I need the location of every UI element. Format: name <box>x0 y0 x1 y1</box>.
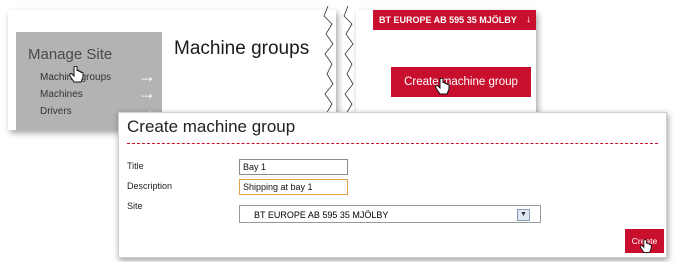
site-header-panel: BT EUROPE AB 595 35 MJÖLBY ↓ Create mach… <box>356 10 536 120</box>
description-field[interactable]: Shipping at bay 1 <box>239 179 348 195</box>
title-label: Title <box>127 161 144 171</box>
hand-cursor-icon <box>69 66 84 83</box>
sidebar-title: Manage Site <box>28 46 113 63</box>
site-badge-label: BT EUROPE AB 595 35 MJÖLBY <box>379 15 517 25</box>
description-label: Description <box>127 181 173 191</box>
chevron-down-icon: ↓ <box>526 14 531 25</box>
hand-cursor-icon <box>435 78 450 95</box>
page-title: Machine groups <box>174 38 310 59</box>
create-machine-group-dialog: Create machine group Title Bay 1 Descrip… <box>118 112 667 258</box>
sidebar-item-label: Drivers <box>40 106 72 117</box>
title-field[interactable]: Bay 1 <box>239 159 348 175</box>
sidebar-item-machines[interactable]: Machines → <box>40 84 156 102</box>
dialog-divider <box>127 143 658 144</box>
site-label: Site <box>127 201 143 211</box>
sidebar-item-label: Machines <box>40 89 83 100</box>
site-select-value: BT EUROPE AB 595 35 MJÖLBY <box>254 210 389 220</box>
site-badge[interactable]: BT EUROPE AB 595 35 MJÖLBY ↓ <box>373 10 536 30</box>
dropdown-arrow-icon[interactable]: ▼ <box>517 209 530 221</box>
site-select[interactable]: BT EUROPE AB 595 35 MJÖLBY ▼ <box>239 205 541 223</box>
sidebar-item-machine-groups[interactable]: Machine groups → <box>40 67 156 85</box>
hand-cursor-icon <box>640 239 652 253</box>
create-machine-group-button[interactable]: Create machine group <box>391 67 531 97</box>
dialog-title: Create machine group <box>127 117 296 136</box>
